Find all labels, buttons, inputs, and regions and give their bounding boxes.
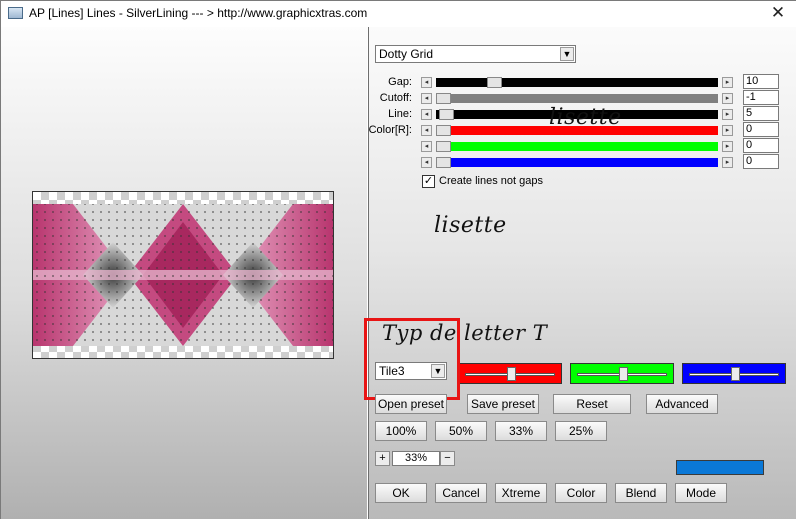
title-bar: AP [Lines] Lines - SilverLining --- > ht…: [1, 1, 796, 27]
preset-dropdown-value: Dotty Grid: [379, 47, 434, 61]
open-preset-button[interactable]: Open preset: [375, 394, 447, 414]
green-color-slider-thumb[interactable]: [619, 367, 628, 381]
color-g-value[interactable]: 0: [743, 138, 779, 153]
arrow-right-icon[interactable]: ▸: [722, 93, 733, 104]
arrow-left-icon[interactable]: ◂: [421, 141, 432, 152]
arrow-left-icon[interactable]: ◂: [421, 109, 432, 120]
arrow-right-icon[interactable]: ▸: [722, 125, 733, 136]
color-b-value[interactable]: 0: [743, 154, 779, 169]
zoom-50-button[interactable]: 50%: [435, 421, 487, 441]
zoom-plus-button[interactable]: +: [375, 451, 390, 466]
watermark-signature-middle: lisette: [434, 213, 507, 238]
gap-value[interactable]: 10: [743, 74, 779, 89]
create-lines-checkbox[interactable]: ✓: [422, 175, 435, 188]
blue-color-box[interactable]: [682, 363, 786, 384]
arrow-left-icon[interactable]: ◂: [421, 93, 432, 104]
ok-button[interactable]: OK: [375, 483, 427, 503]
zoom-25-button[interactable]: 25%: [555, 421, 607, 441]
cancel-button[interactable]: Cancel: [435, 483, 487, 503]
checkbox-check-icon: ✓: [423, 175, 434, 187]
line-value[interactable]: 5: [743, 106, 779, 121]
save-preset-button[interactable]: Save preset: [467, 394, 539, 414]
preview-pattern: [33, 204, 333, 346]
zoom-value[interactable]: 33%: [392, 451, 440, 466]
xtreme-button[interactable]: Xtreme: [495, 483, 547, 503]
slider-thumb[interactable]: [436, 141, 451, 152]
red-color-box[interactable]: [458, 363, 562, 384]
cutoff-value[interactable]: -1: [743, 90, 779, 105]
green-color-box[interactable]: [570, 363, 674, 384]
line-label: Line:: [388, 108, 412, 120]
arrow-left-icon[interactable]: ◂: [421, 157, 432, 168]
slider-thumb[interactable]: [436, 93, 451, 104]
gap-slider[interactable]: ◂ ▸: [421, 77, 733, 88]
arrow-right-icon[interactable]: ▸: [722, 77, 733, 88]
gap-label: Gap:: [388, 76, 412, 88]
chevron-down-icon[interactable]: ▼: [560, 47, 574, 61]
slider-thumb[interactable]: [487, 77, 502, 88]
color-swatch[interactable]: [676, 460, 764, 475]
window-title: AP [Lines] Lines - SilverLining --- > ht…: [29, 6, 368, 20]
zoom-minus-button[interactable]: −: [440, 451, 455, 466]
arrow-left-icon[interactable]: ◂: [421, 77, 432, 88]
preview-image: [32, 191, 334, 359]
slider-track[interactable]: [436, 157, 718, 168]
advanced-button[interactable]: Advanced: [646, 394, 718, 414]
color-r-value[interactable]: 0: [743, 122, 779, 137]
arrow-right-icon[interactable]: ▸: [722, 157, 733, 168]
red-color-slider-thumb[interactable]: [507, 367, 516, 381]
blend-button[interactable]: Blend: [615, 483, 667, 503]
create-lines-label: Create lines not gaps: [439, 175, 543, 187]
plugin-window: AP [Lines] Lines - SilverLining --- > ht…: [0, 0, 796, 519]
arrow-right-icon[interactable]: ▸: [722, 109, 733, 120]
cutoff-label: Cutoff:: [379, 92, 412, 104]
preset-dropdown[interactable]: Dotty Grid ▼: [375, 45, 576, 63]
slider-track[interactable]: [436, 93, 718, 104]
color-g-slider[interactable]: ◂ ▸: [421, 141, 733, 152]
slider-thumb[interactable]: [436, 125, 451, 136]
slider-track[interactable]: [436, 77, 718, 88]
blue-color-slider-thumb[interactable]: [731, 367, 740, 381]
zoom-33-button[interactable]: 33%: [495, 421, 547, 441]
slider-track[interactable]: [436, 141, 718, 152]
highlight-frame: [364, 318, 460, 400]
arrow-right-icon[interactable]: ▸: [722, 141, 733, 152]
arrow-left-icon[interactable]: ◂: [421, 125, 432, 136]
zoom-100-button[interactable]: 100%: [375, 421, 427, 441]
reset-button[interactable]: Reset: [553, 394, 631, 414]
watermark-signature-top: lisette: [549, 105, 622, 130]
color-b-slider[interactable]: ◂ ▸: [421, 157, 733, 168]
cutoff-slider[interactable]: ◂ ▸: [421, 93, 733, 104]
color-r-label: Color[R]:: [368, 124, 412, 136]
slider-thumb[interactable]: [439, 109, 454, 120]
mode-button[interactable]: Mode: [675, 483, 727, 503]
color-button[interactable]: Color: [555, 483, 607, 503]
close-icon[interactable]: ✕: [767, 3, 789, 23]
slider-thumb[interactable]: [436, 157, 451, 168]
app-icon: [8, 7, 23, 19]
